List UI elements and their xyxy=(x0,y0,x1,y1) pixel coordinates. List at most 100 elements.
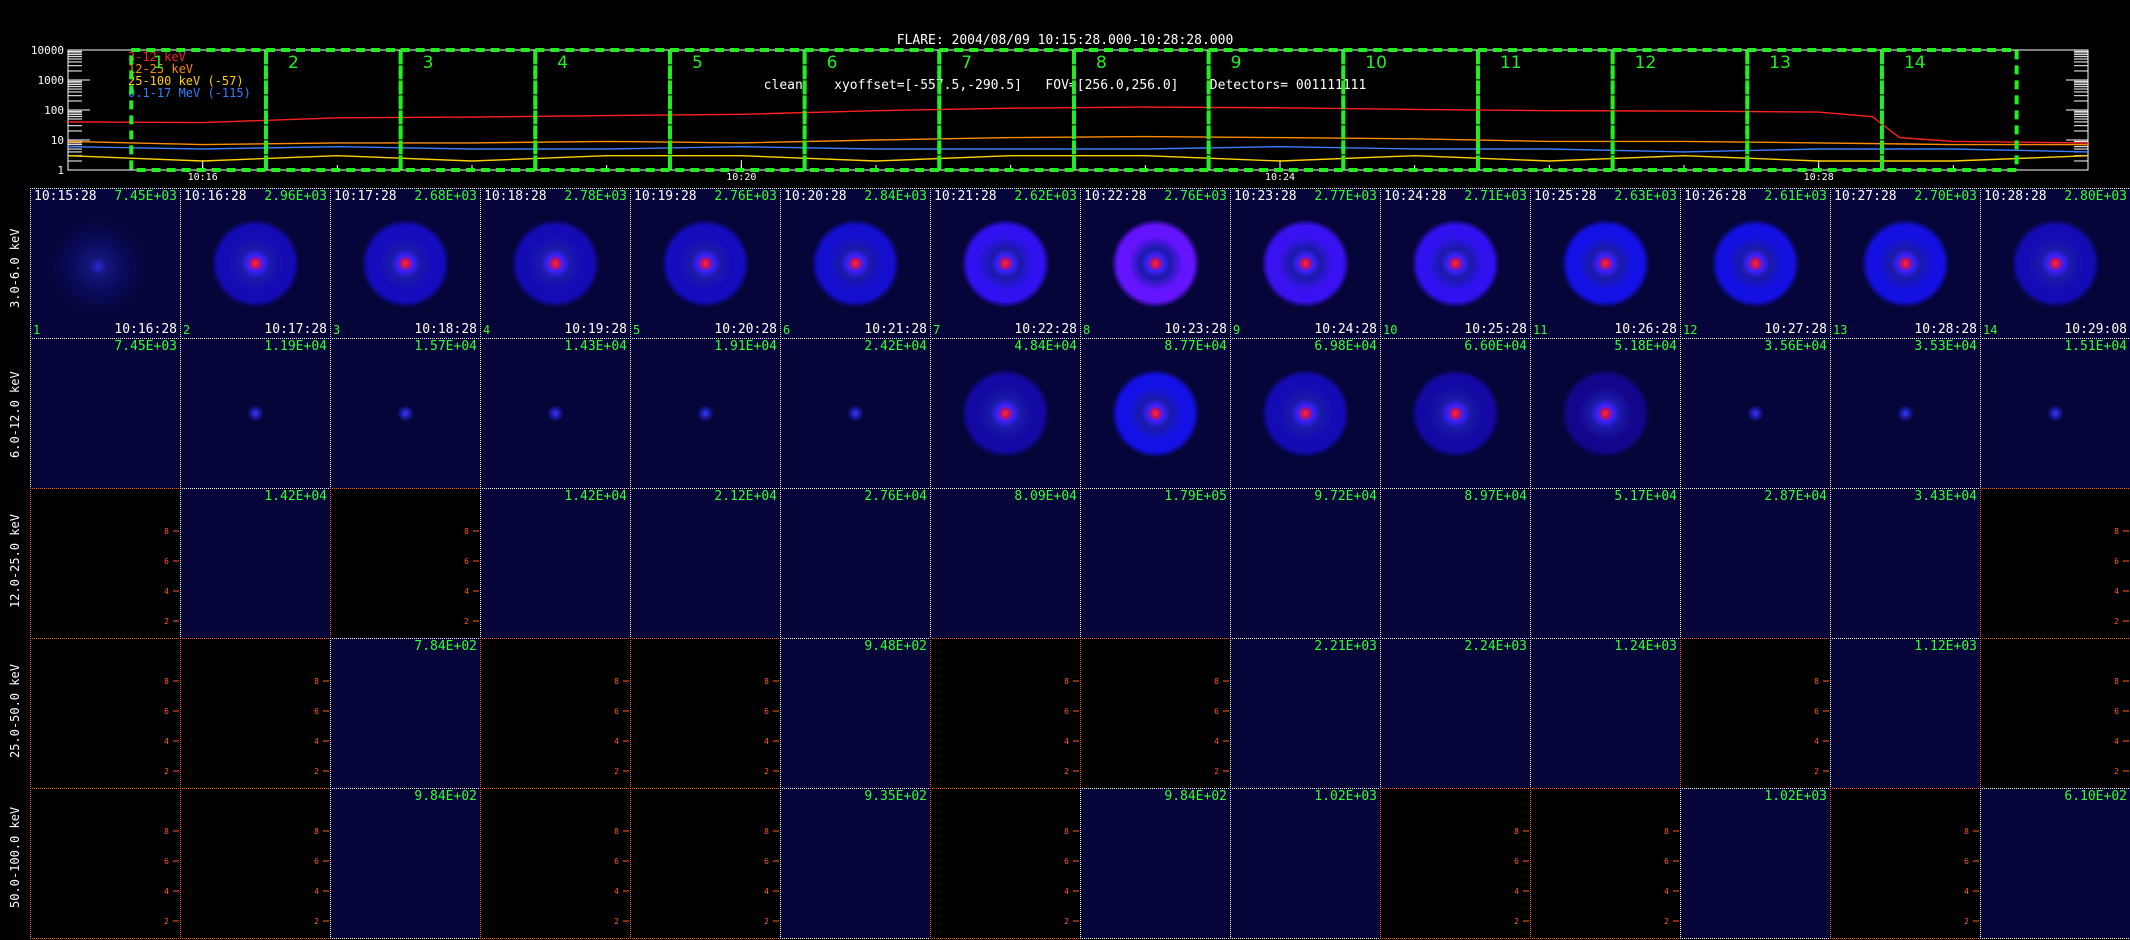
spectral-image-cell: 7.84E+02 xyxy=(330,638,481,789)
spectral-image-cell: 10:23:28 10:24:28 9 2.77E+03 xyxy=(1230,188,1381,339)
end-time-label: 10:16:28 xyxy=(114,322,177,337)
interval-box xyxy=(1745,48,1884,172)
axis-tick-label: 8 xyxy=(164,527,169,536)
axis-tick-label: 2 xyxy=(614,767,619,776)
end-time-label: 10:22:28 xyxy=(1014,322,1077,337)
spectral-image-cell: 2 4 6 8 xyxy=(930,788,1081,939)
interval-label: 10 xyxy=(1365,53,1387,73)
axis-tick-label: 4 xyxy=(1064,737,1069,746)
interval-box xyxy=(263,48,403,172)
spectral-image-cell: 1.19E+04 xyxy=(180,338,331,489)
max-value-label: 2.12E+04 xyxy=(714,489,777,504)
max-value-label: 1.02E+03 xyxy=(1314,789,1377,804)
empty-panel-axes: 2 4 6 8 xyxy=(1064,827,1079,926)
spectral-image-cell: 10:21:28 10:22:28 7 2.62E+03 xyxy=(930,188,1081,339)
axis-tick-label: 6 xyxy=(1514,857,1519,866)
spectral-image-cell: 9.72E+04 xyxy=(1230,488,1381,639)
axis-tick-label: 4 xyxy=(764,737,769,746)
energy-band-label: 6.0-12.0 keV xyxy=(8,371,22,458)
axis-tick-label: 8 xyxy=(2114,527,2119,536)
axis-tick-label: 4 xyxy=(164,887,169,896)
start-time-label: 10:28:28 xyxy=(1984,189,2047,204)
max-value-label: 7.84E+02 xyxy=(414,639,477,654)
frame-number-label: 1 xyxy=(33,323,41,337)
axis-tick-label: 8 xyxy=(2114,677,2119,686)
spectral-image-cell: 2 4 6 8 xyxy=(930,638,1081,789)
interval-box xyxy=(1879,48,2019,172)
spectral-image-cell: 2 4 6 8 xyxy=(480,788,631,939)
empty-panel-axes: 2 4 6 8 xyxy=(1064,677,1079,776)
axis-tick-label: 6 xyxy=(1814,707,1819,716)
spectral-image-cell: 2 4 6 8 xyxy=(180,788,331,939)
spectral-image-cell: 2 4 6 8 xyxy=(180,638,331,789)
spectral-image-cell: 2 4 6 8 xyxy=(330,488,481,639)
series-line xyxy=(67,154,2089,162)
spectral-image-cell: 2 4 6 8 xyxy=(1980,488,2130,639)
interval-label: 8 xyxy=(1096,53,1107,73)
max-value-label: 2.78E+03 xyxy=(564,189,627,204)
empty-panel-axes: 2 4 6 8 xyxy=(614,827,629,926)
axis-tick-label: 8 xyxy=(164,827,169,836)
max-value-label: 2.71E+03 xyxy=(1464,189,1527,204)
end-time-label: 10:28:28 xyxy=(1914,322,1977,337)
start-time-label: 10:21:28 xyxy=(934,189,997,204)
max-value-label: 1.12E+03 xyxy=(1914,639,1977,654)
empty-panel-axes: 2 4 6 8 xyxy=(764,677,779,776)
frame-number-label: 4 xyxy=(483,323,491,337)
end-time-label: 10:25:28 xyxy=(1464,322,1527,337)
axis-tick-label: 8 xyxy=(1664,827,1669,836)
max-value-label: 2.70E+03 xyxy=(1914,189,1977,204)
y-tick-label: 1 xyxy=(57,164,64,177)
lightcurve-plot: 10000100010010110:16 10:20 10:24 10:283-12 … xyxy=(31,44,2089,180)
spectral-image-cell: 4.84E+04 xyxy=(930,338,1081,489)
axis-tick-label: 8 xyxy=(464,527,469,536)
axis-tick-label: 8 xyxy=(1064,677,1069,686)
interval-label: 2 xyxy=(288,53,299,73)
spectral-image-cell: 5.17E+04 xyxy=(1530,488,1681,639)
axis-tick-label: 4 xyxy=(164,737,169,746)
spectral-image-cell: 6.10E+02 xyxy=(1980,788,2130,939)
axis-tick-label: 4 xyxy=(164,587,169,596)
empty-panel-axes: 2 4 6 8 xyxy=(164,527,179,626)
interval-label: 13 xyxy=(1769,53,1791,73)
empty-panel-axes: 2 4 6 8 xyxy=(164,677,179,776)
axis-tick-label: 2 xyxy=(1064,767,1069,776)
spectral-image-cell: 1.91E+04 xyxy=(630,338,781,489)
max-value-label: 2.61E+03 xyxy=(1764,189,1827,204)
spectral-image-cell: 2.24E+03 xyxy=(1380,638,1531,789)
interval-label: 9 xyxy=(1231,53,1242,73)
frame-number-label: 11 xyxy=(1533,323,1548,337)
max-value-label: 1.42E+04 xyxy=(264,489,327,504)
spectral-image-cell: 2 4 6 8 xyxy=(1530,788,1681,939)
max-value-label: 5.17E+04 xyxy=(1614,489,1677,504)
axis-tick-label: 4 xyxy=(1514,887,1519,896)
axis-tick-label: 2 xyxy=(164,917,169,926)
spectral-image-cell: 10:15:28 10:16:28 1 7.45E+03 xyxy=(30,188,181,339)
interval-box xyxy=(533,48,672,172)
empty-panel-axes: 2 4 6 8 xyxy=(614,677,629,776)
x-tick-label: 10:20 xyxy=(726,172,756,180)
spectral-image-cell: 9.84E+02 xyxy=(330,788,481,939)
axis-tick-label: 6 xyxy=(764,857,769,866)
max-value-label: 2.77E+03 xyxy=(1314,189,1377,204)
frame-number-label: 9 xyxy=(1233,323,1241,337)
spectral-image-cell: 3.53E+04 xyxy=(1830,338,1981,489)
max-value-label: 2.84E+03 xyxy=(864,189,927,204)
spectral-image-cell: 6.60E+04 xyxy=(1380,338,1531,489)
max-value-label: 2.24E+03 xyxy=(1464,639,1527,654)
end-time-label: 10:19:28 xyxy=(564,322,627,337)
end-time-label: 10:26:28 xyxy=(1614,322,1677,337)
axis-tick-label: 6 xyxy=(2114,707,2119,716)
spectral-image-cell: 1.43E+04 xyxy=(480,338,631,489)
max-value-label: 2.62E+03 xyxy=(1014,189,1077,204)
axis-tick-label: 4 xyxy=(2114,737,2119,746)
interval-label: 1 xyxy=(153,53,164,73)
axis-tick-label: 2 xyxy=(1514,917,1519,926)
start-time-label: 10:27:28 xyxy=(1834,189,1897,204)
frame-number-label: 5 xyxy=(633,323,641,337)
spectral-image-cell: 10:26:28 10:27:28 12 2.61E+03 xyxy=(1680,188,1831,339)
start-time-label: 10:15:28 xyxy=(34,189,97,204)
max-value-label: 4.84E+04 xyxy=(1014,339,1077,354)
start-time-label: 10:17:28 xyxy=(334,189,397,204)
series-line xyxy=(67,135,2088,146)
